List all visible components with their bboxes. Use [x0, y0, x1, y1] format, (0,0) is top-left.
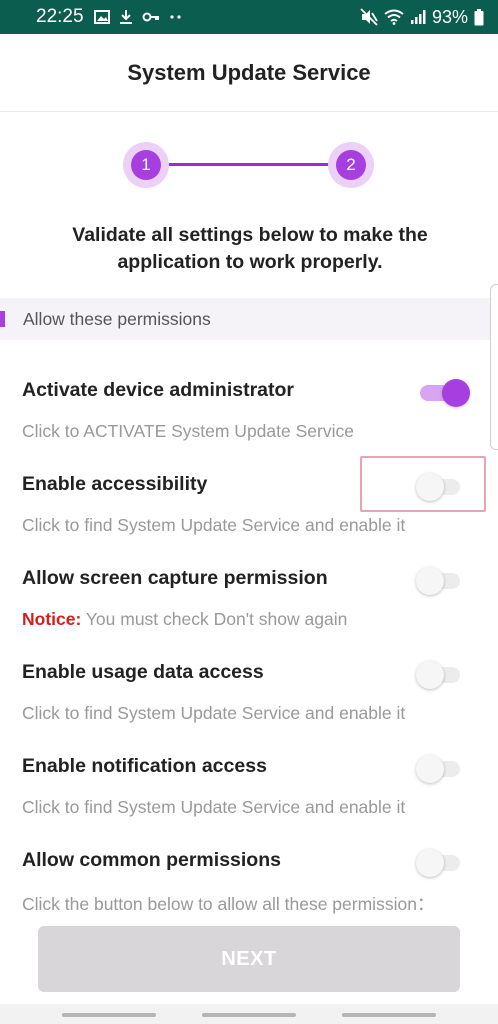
more-dots-icon [169, 14, 183, 20]
permission-description: Click the button below to allow all thes… [22, 894, 435, 914]
app-bar: System Update Service [0, 34, 498, 112]
step-2: 2 [328, 142, 374, 188]
section-header: Allow these permissions [0, 298, 490, 340]
permission-title: Allow common permissions [22, 849, 281, 871]
nav-recents-button[interactable] [62, 1013, 156, 1017]
step-2-number: 2 [336, 150, 366, 180]
permission-title: Enable usage data access [22, 661, 264, 683]
permission-title: Enable notification access [22, 755, 267, 777]
status-right: 93% [360, 7, 484, 28]
device-admin-toggle[interactable] [416, 379, 470, 407]
common-permissions-toggle[interactable] [416, 849, 462, 877]
download-icon [119, 9, 133, 25]
mute-icon [360, 8, 378, 26]
permission-usage-data[interactable]: Enable usage data access Click to find S… [0, 661, 498, 755]
permission-description: Click to find System Update Service and … [22, 797, 406, 817]
navigation-bar [0, 1004, 498, 1024]
gallery-icon [93, 10, 110, 24]
step-1: 1 [123, 142, 169, 188]
instructions-text: Validate all settings below to make the … [72, 224, 428, 273]
signal-icon [410, 9, 426, 25]
stepper-line [146, 163, 351, 166]
screen-capture-toggle[interactable] [416, 567, 462, 595]
page-title: System Update Service [127, 59, 371, 85]
status-bar: 22:25 93% [0, 0, 498, 34]
permission-description: Click to find System Update Service and … [22, 515, 406, 535]
status-time: 22:25 [36, 6, 84, 27]
section-accent-bar [0, 311, 5, 327]
step-1-number: 1 [131, 150, 161, 180]
section-label: Allow these permissions [23, 308, 211, 329]
progress-stepper: 1 2 [0, 112, 498, 217]
notification-access-toggle[interactable] [416, 755, 462, 783]
next-button[interactable]: NEXT [38, 926, 460, 992]
nav-home-button[interactable] [202, 1013, 296, 1017]
notice-label: Notice: [22, 609, 82, 629]
permission-title: Enable accessibility [22, 473, 208, 495]
usage-data-toggle[interactable] [416, 661, 462, 689]
battery-percent: 93% [431, 6, 468, 27]
battery-icon [474, 8, 484, 26]
permission-screen-capture[interactable]: Allow screen capture permission Notice: … [0, 567, 498, 661]
permission-notification-access[interactable]: Enable notification access Click to find… [0, 755, 498, 849]
key-icon [142, 11, 160, 23]
permission-description: Click to find System Update Service and … [22, 703, 406, 723]
permission-title: Activate device administrator [22, 379, 295, 401]
permission-description: Notice: You must check Don't show again [22, 609, 347, 630]
notice-text: You must check Don't show again [81, 609, 348, 629]
wifi-icon [384, 9, 404, 25]
accessibility-highlight-box [360, 456, 486, 512]
status-left-icons [93, 9, 183, 25]
nav-back-button[interactable] [342, 1013, 436, 1017]
permission-title: Allow screen capture permission [22, 567, 328, 589]
permission-description: Click to ACTIVATE System Update Service [22, 421, 354, 441]
